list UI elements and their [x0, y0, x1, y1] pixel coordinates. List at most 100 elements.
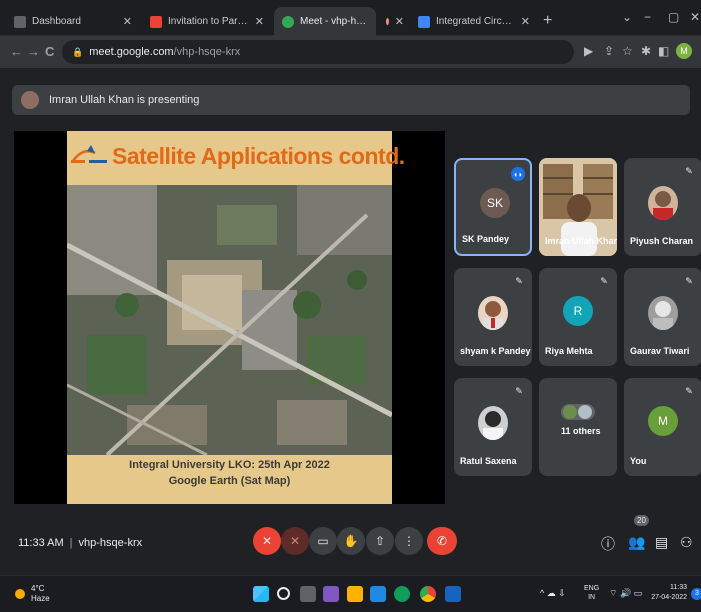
slide-caption-line-1: Integral University LKO: 25th Apr 2022: [129, 459, 330, 471]
meet-favicon-icon: [282, 15, 294, 28]
weather-desc: Haze: [31, 594, 50, 603]
reload-icon[interactable]: C: [45, 44, 54, 59]
participant-name: 11 others: [561, 426, 601, 436]
taskbar-clock[interactable]: 11:33 27-04-2022: [651, 583, 687, 603]
meet-controls-bar: 11:33 AM | vhp-hsqe-krx ✕ ✕ ▭ ✋ ⇧ ⋮ ✆ ⓘ 20…: [0, 511, 701, 575]
activities-icon[interactable]: ⚇: [680, 534, 693, 551]
participant-name: Imran Ullah Khan: [545, 236, 617, 246]
teams-icon[interactable]: [323, 586, 339, 602]
participant-tile[interactable]: ✎ M You: [624, 378, 701, 476]
participant-tile[interactable]: Imran Ullah Khan: [539, 158, 617, 256]
current-time: 11:33 AM: [18, 537, 64, 549]
mic-off-icon: ✎: [685, 166, 693, 176]
language-indicator[interactable]: ENG IN: [584, 584, 599, 602]
more-options-button[interactable]: ⋮: [395, 527, 423, 555]
participant-tile[interactable]: ◖◗ SK SK Pandey: [454, 158, 532, 256]
participant-name: shyam k Pandey: [460, 346, 531, 356]
maximize-icon[interactable]: ▢: [668, 10, 679, 24]
isro-logo-icon: [71, 145, 107, 163]
tab-dashboard[interactable]: Dashboard ✕: [6, 7, 140, 36]
avatar: R: [563, 296, 593, 326]
task-view-icon[interactable]: [300, 586, 316, 602]
recording-indicator-icon: [386, 18, 389, 25]
store-icon[interactable]: [370, 586, 386, 602]
tab-title: Integrated Circuits, Mosfets, OP: [436, 16, 515, 27]
mic-off-icon: ✎: [685, 276, 693, 286]
avatar: SK: [480, 188, 510, 218]
meeting-clock: 11:33 AM | vhp-hsqe-krx: [18, 537, 143, 549]
leave-call-button[interactable]: ✆: [427, 527, 457, 555]
people-icon[interactable]: 👥: [628, 534, 645, 551]
system-tray-icons[interactable]: ^ ☁ ⇩: [540, 588, 566, 599]
tab-integrated-circuits[interactable]: Integrated Circuits, Mosfets, OP ✕: [410, 7, 538, 36]
cast-icon[interactable]: ▶: [584, 44, 593, 58]
chrome-icon[interactable]: [420, 586, 436, 602]
mic-toggle-button[interactable]: ✕: [253, 527, 281, 555]
present-button[interactable]: ⇧: [366, 527, 394, 555]
participant-tile[interactable]: ✎ Gaurav Tiwari: [624, 268, 701, 366]
chat-icon[interactable]: ▤: [655, 534, 668, 551]
mic-off-icon: ✎: [515, 276, 523, 286]
participant-tile[interactable]: ✎ R Riya Mehta: [539, 268, 617, 366]
participant-name: SK Pandey: [462, 234, 510, 244]
presenting-text: Imran Ullah Khan is presenting: [49, 94, 200, 106]
camera-off-icon: ✕: [289, 534, 301, 548]
address-bar[interactable]: 🔒 meet.google.com /vhp-hsqe-krx: [62, 40, 574, 64]
close-tab-icon[interactable]: ✕: [521, 15, 530, 28]
weather-widget[interactable]: 4°C Haze: [15, 584, 50, 604]
avatar: M: [648, 406, 678, 436]
profile-avatar[interactable]: M: [676, 43, 692, 59]
lang-region: IN: [588, 594, 596, 601]
new-tab-button[interactable]: +: [543, 12, 552, 30]
edge-icon[interactable]: [394, 586, 410, 602]
meeting-info-icon[interactable]: ⓘ: [601, 534, 615, 554]
tab-invitation[interactable]: Invitation to Participate in Expert ✕: [142, 7, 272, 36]
participant-tile[interactable]: 11 others: [539, 378, 617, 476]
minimize-icon[interactable]: −: [644, 10, 651, 24]
participant-name: Piyush Charan: [630, 236, 694, 246]
dashboard-favicon-icon: [14, 15, 26, 28]
file-explorer-icon[interactable]: [347, 586, 363, 602]
participant-tile[interactable]: ✎ Piyush Charan: [624, 158, 701, 256]
participant-tile[interactable]: ✎ Ratul Saxena: [454, 378, 532, 476]
side-panel-icon[interactable]: ◧: [658, 44, 669, 58]
browser-toolbar: ← → C 🔒 meet.google.com /vhp-hsqe-krx ▶ …: [0, 36, 701, 68]
search-icon[interactable]: [277, 587, 290, 600]
slide-title: Satellite Applications contd.: [112, 143, 405, 169]
tab-meet[interactable]: Meet - vhp-hsqe-krx: [274, 7, 376, 36]
close-tab-icon[interactable]: ✕: [255, 15, 264, 28]
raise-hand-button[interactable]: ✋: [337, 527, 365, 555]
extensions-icon[interactable]: ✱: [641, 44, 651, 58]
participant-name: You: [630, 456, 647, 466]
participant-name: Riya Mehta: [545, 346, 593, 356]
windows-taskbar: 4°C Haze ^ ☁ ⇩ ENG IN ⌔ 🔊 ▭ 11:33 27-04-…: [0, 575, 701, 612]
bookmark-star-icon[interactable]: ☆: [622, 44, 633, 58]
avatar: [478, 406, 508, 440]
camera-toggle-button[interactable]: ✕: [281, 527, 309, 555]
tab-search-icon[interactable]: ⌄: [622, 10, 632, 24]
participant-tile[interactable]: ✎ shyam k Pandey: [454, 268, 532, 366]
tab-title: Meet - vhp-hsqe-krx: [300, 16, 368, 27]
windows-start-icon[interactable]: [253, 586, 269, 602]
back-icon[interactable]: ←: [10, 44, 23, 59]
slide-caption-line-2: Google Earth (Sat Map): [168, 475, 291, 487]
meeting-code: vhp-hsqe-krx: [78, 537, 143, 549]
share-icon[interactable]: ⇪: [604, 44, 614, 58]
browser-tab-strip: Dashboard ✕ Invitation to Participate in…: [0, 0, 701, 36]
mic-off-icon: ✎: [515, 386, 523, 396]
presentation-slide: Satellite Applications contd. Integral U…: [67, 131, 405, 504]
network-volume-battery-icons[interactable]: ⌔ 🔊 ▭: [609, 588, 642, 599]
presenter-avatar: [21, 91, 39, 109]
forward-icon[interactable]: →: [27, 44, 40, 59]
close-window-icon[interactable]: ✕: [690, 10, 700, 24]
url-path: /vhp-hsqe-krx: [173, 46, 241, 58]
lock-icon: 🔒: [72, 46, 84, 57]
close-tab-icon[interactable]: ✕: [123, 15, 132, 28]
avatar: [648, 296, 678, 330]
presentation-stage: Satellite Applications contd. Integral U…: [14, 131, 445, 504]
close-tab-icon[interactable]: ✕: [395, 15, 404, 28]
tab-recording[interactable]: ✕: [378, 7, 408, 36]
notification-badge[interactable]: 3: [691, 588, 701, 600]
captions-button[interactable]: ▭: [309, 527, 337, 555]
word-icon[interactable]: [445, 586, 461, 602]
